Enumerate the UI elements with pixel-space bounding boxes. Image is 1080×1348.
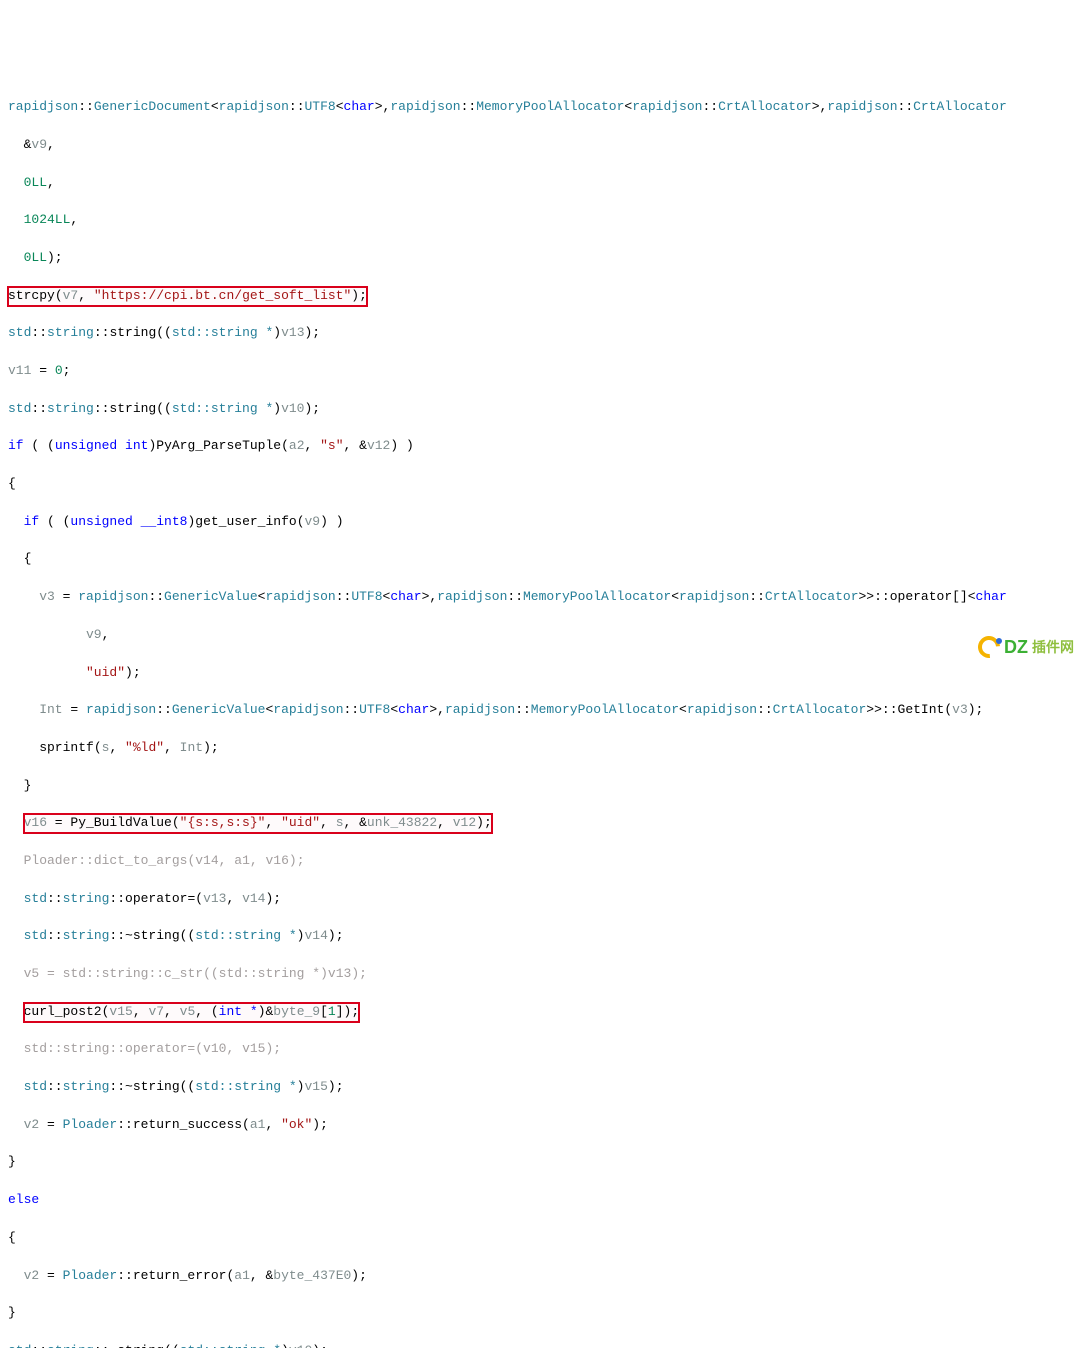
code-line: sprintf(s, "%ld", Int); — [8, 739, 1072, 758]
code-line: if ( (unsigned int)PyArg_ParseTuple(a2, … — [8, 437, 1072, 456]
code-line: v3 = rapidjson::GenericValue<rapidjson::… — [8, 588, 1072, 607]
code-line: std::string::string((std::string *)v13); — [8, 324, 1072, 343]
code-line: { — [8, 475, 1072, 494]
code-line: v9, — [8, 626, 1072, 645]
code-line: v2 = Ploader::return_error(a1, &byte_437… — [8, 1267, 1072, 1286]
code-line: else — [8, 1191, 1072, 1210]
code-line: std::string::~string((std::string *)v14)… — [8, 927, 1072, 946]
code-line-highlight: strcpy(v7, "https://cpi.bt.cn/get_soft_l… — [8, 287, 1072, 306]
code-line: rapidjson::GenericDocument<rapidjson::UT… — [8, 98, 1072, 117]
code-line-highlight: v16 = Py_BuildValue("{s:s,s:s}", "uid", … — [8, 814, 1072, 833]
code-line: std::string::string((std::string *)v10); — [8, 400, 1072, 419]
code-line: v11 = 0; — [8, 362, 1072, 381]
code-line: std::string::~string((std::string *)v10)… — [8, 1342, 1072, 1348]
code-line: "uid"); — [8, 664, 1072, 683]
code-line: &v9, — [8, 136, 1072, 155]
code-viewer: rapidjson::GenericDocument<rapidjson::UT… — [8, 79, 1072, 1348]
code-line: v2 = Ploader::return_success(a1, "ok"); — [8, 1116, 1072, 1135]
code-line: 1024LL, — [8, 211, 1072, 230]
code-line: { — [8, 1229, 1072, 1248]
code-line: Int = rapidjson::GenericValue<rapidjson:… — [8, 701, 1072, 720]
code-line: } — [8, 1153, 1072, 1172]
code-line: { — [8, 550, 1072, 569]
code-line: std::string::operator=(v13, v14); — [8, 890, 1072, 909]
code-line: v5 = std::string::c_str((std::string *)v… — [8, 965, 1072, 984]
code-line: } — [8, 777, 1072, 796]
code-line: std::string::operator=(v10, v15); — [8, 1040, 1072, 1059]
code-line-highlight: curl_post2(v15, v7, v5, (int *)&byte_9[1… — [8, 1003, 1072, 1022]
code-line: Ploader::dict_to_args(v14, a1, v16); — [8, 852, 1072, 871]
code-line: std::string::~string((std::string *)v15)… — [8, 1078, 1072, 1097]
code-line: 0LL); — [8, 249, 1072, 268]
code-line: if ( (unsigned __int8)get_user_info(v9) … — [8, 513, 1072, 532]
code-line: } — [8, 1304, 1072, 1323]
code-line: 0LL, — [8, 174, 1072, 193]
